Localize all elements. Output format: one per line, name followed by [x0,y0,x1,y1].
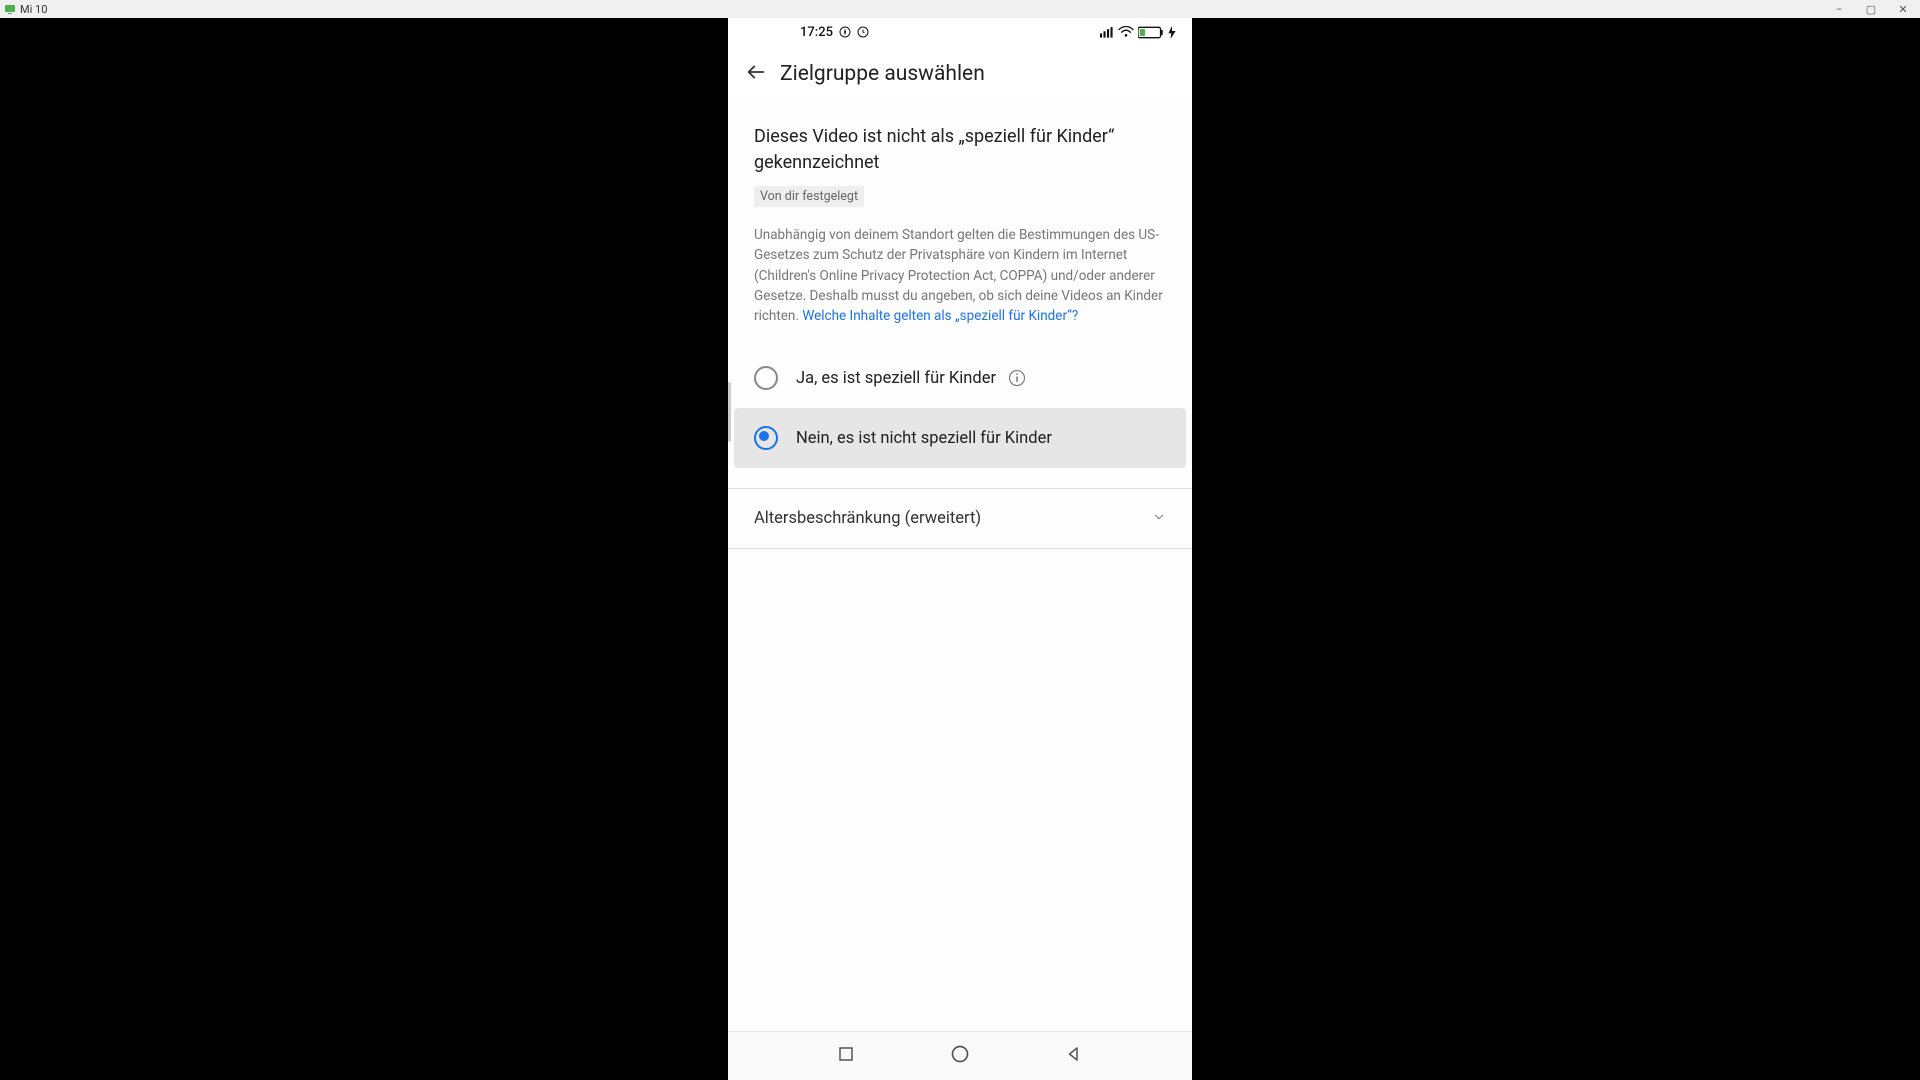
chevron-down-icon [1152,509,1166,528]
app-header: Zielgruppe auswählen [728,46,1192,102]
stage: 17:25 [0,18,1920,1080]
window-close-button[interactable]: ✕ [1896,3,1910,16]
age-restriction-accordion[interactable]: Altersbeschränkung (erweitert) [728,489,1192,548]
android-nav-bar [728,1031,1192,1080]
charging-icon [1168,26,1176,39]
battery-icon [1138,26,1164,39]
clock-icon [857,26,869,38]
help-link[interactable]: Welche Inhalte gelten als „speziell für … [802,308,1078,324]
app-icon [4,3,16,15]
phone-frame: 17:25 [728,18,1192,1080]
square-icon [837,1045,855,1067]
triangle-left-icon [1065,1045,1083,1067]
cellular-icon [1100,26,1114,38]
wifi-icon [1118,26,1134,38]
headline: Dieses Video ist nicht als „speziell für… [754,124,1166,176]
page-title: Zielgruppe auswählen [780,62,985,86]
option-label: Ja, es ist speziell für Kinder [796,369,996,388]
accordion-label: Altersbeschränkung (erweitert) [754,509,981,528]
scroll-indicator [728,382,731,442]
info-icon[interactable] [1008,369,1026,387]
nav-recents-button[interactable] [834,1044,858,1068]
set-by-you-badge: Von dir festgelegt [754,186,864,207]
desktop-titlebar: Mi 10 − ▢ ✕ [0,0,1920,18]
nav-home-button[interactable] [948,1044,972,1068]
radio-unchecked-icon [754,366,778,390]
window-minimize-button[interactable]: − [1832,3,1846,16]
compass-icon [839,26,851,38]
back-button[interactable] [736,54,776,94]
option-made-for-kids[interactable]: Ja, es ist speziell für Kinder [734,348,1186,408]
window-maximize-button[interactable]: ▢ [1864,3,1878,16]
nav-back-button[interactable] [1062,1044,1086,1068]
status-time: 17:25 [800,25,833,40]
audience-options: Ja, es ist speziell für Kinder Nein, es … [728,348,1192,468]
option-not-made-for-kids[interactable]: Nein, es ist nicht speziell für Kinder [734,408,1186,468]
circle-icon [950,1044,970,1068]
arrow-left-icon [745,61,767,87]
body-text: Unabhängig von deinem Standort gelten di… [754,225,1166,326]
divider [728,548,1192,549]
content-area: Dieses Video ist nicht als „speziell für… [728,102,1192,1031]
desktop-title: Mi 10 [20,3,47,16]
option-label: Nein, es ist nicht speziell für Kinder [796,429,1052,448]
radio-checked-icon [754,426,778,450]
status-bar: 17:25 [728,18,1192,46]
